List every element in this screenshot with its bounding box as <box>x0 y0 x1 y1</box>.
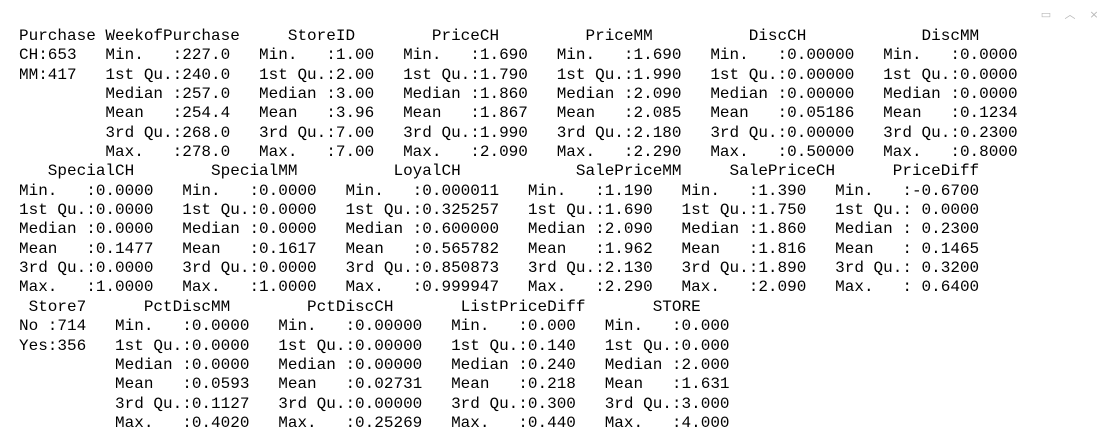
console-line: 3rd Qu.:0.0000 3rd Qu.:0.0000 3rd Qu.:0.… <box>19 259 980 278</box>
console-line: Median :0.0000 Median :0.0000 Median :0.… <box>19 220 980 239</box>
console-line: Max. :0.4020 Max. :0.25269 Max. :0.440 M… <box>19 413 730 432</box>
console-line: Mean :0.0593 Mean :0.02731 Mean :0.218 M… <box>19 375 730 394</box>
console-toolbar: ▭ ︿ × <box>1039 8 1101 22</box>
console-line: Mean :0.1477 Mean :0.1617 Mean :0.565782… <box>19 239 980 258</box>
console-line: MM:417 1st Qu.:240.0 1st Qu.:2.00 1st Qu… <box>19 65 1018 84</box>
console-line: Max. :1.0000 Max. :1.0000 Max. :0.999947… <box>19 278 980 297</box>
console-line: 1st Qu.:0.0000 1st Qu.:0.0000 1st Qu.:0.… <box>19 201 980 220</box>
close-icon[interactable]: × <box>1087 8 1101 22</box>
console-line: SpecialCH SpecialMM LoyalCH SalePriceMM … <box>19 162 980 181</box>
console-line: Store7 PctDiscMM PctDiscCH ListPriceDiff… <box>19 297 701 316</box>
pane-icon[interactable]: ▭ <box>1039 8 1053 22</box>
console-line: No :714 Min. :0.0000 Min. :0.00000 Min. … <box>19 317 730 336</box>
console-line: Yes:356 1st Qu.:0.0000 1st Qu.:0.00000 1… <box>19 336 730 355</box>
console-output-pane: ▭ ︿ × Purchase WeekofPurchase StoreID Pr… <box>0 0 1109 437</box>
chevron-up-icon[interactable]: ︿ <box>1063 8 1077 22</box>
console-line: Min. :0.0000 Min. :0.0000 Min. :0.000011… <box>19 181 980 200</box>
console-line: Purchase WeekofPurchase StoreID PriceCH … <box>19 27 980 45</box>
console-line: Mean :254.4 Mean :3.96 Mean :1.867 Mean … <box>19 104 1018 123</box>
console-line: Median :0.0000 Median :0.00000 Median :0… <box>19 355 730 374</box>
console-line: Max. :278.0 Max. :7.00 Max. :2.090 Max. … <box>19 143 1018 162</box>
console-line: Median :257.0 Median :3.00 Median :1.860… <box>19 85 1018 104</box>
summary-output: Purchase WeekofPurchase StoreID PriceCH … <box>19 27 1018 433</box>
console-line: 3rd Qu.:0.1127 3rd Qu.:0.00000 3rd Qu.:0… <box>19 394 730 413</box>
console-line: CH:653 Min. :227.0 Min. :1.00 Min. :1.69… <box>19 46 1018 65</box>
console-line: 3rd Qu.:268.0 3rd Qu.:7.00 3rd Qu.:1.990… <box>19 123 1018 142</box>
